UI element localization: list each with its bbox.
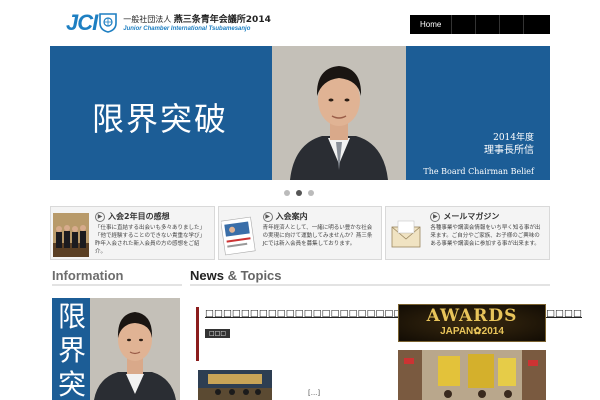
- nav-item-4[interactable]: [500, 15, 524, 34]
- org-english-name: Junior Chamber International Tsubamesanj…: [123, 26, 251, 32]
- feature-title-text: 入会案内: [275, 212, 308, 221]
- read-more-link[interactable]: [...]: [308, 389, 320, 397]
- slider-pagination: [284, 190, 314, 196]
- nav-item-2[interactable]: [452, 15, 476, 34]
- chairman-portrait-image: [272, 46, 406, 180]
- awards-banner-title: AWARDS: [426, 306, 518, 326]
- hero-headline: 限界突破: [92, 100, 229, 138]
- org-prefix: 一般社団法人: [123, 15, 172, 24]
- news-item-title[interactable]: □□□□□□□□□□□□□□□□□□□□□□□□□□□□□□□□□□□□□□□□…: [205, 307, 582, 320]
- envelope-icon: [391, 220, 421, 248]
- hero-english: The Board Chairman Belief: [423, 167, 534, 176]
- org-name: 一般社団法人 燕三条青年会議所2014: [123, 15, 271, 25]
- feature-title: ▶ メールマガジン: [430, 211, 499, 222]
- feature-body: 「仕事に直結する出会いも多々ありました」「他で経験することのできない貴重な学び」…: [95, 225, 206, 255]
- hero-slider[interactable]: 限界突破 2014年度 理事長所信 The Board Chairman Bel…: [50, 46, 550, 180]
- logo-text: 一般社団法人 燕三条青年会議所2014 Junior Chamber Inter…: [123, 15, 271, 33]
- news-item-tag[interactable]: □□□: [205, 329, 231, 338]
- slider-dot-2[interactable]: [296, 190, 302, 196]
- festival-photo: [398, 350, 546, 400]
- members-group-photo: [53, 213, 89, 257]
- news-heading-rest: & Topics: [223, 268, 282, 283]
- event-hall-image: [198, 370, 272, 400]
- feature-title-text: メールマガジン: [443, 212, 500, 221]
- feature-boxes: ▶ 入会2年目の感想 「仕事に直結する出会いも多々ありました」「他で経験することの…: [50, 206, 551, 260]
- chairman-portrait-image: [90, 298, 180, 400]
- main-nav: Home: [410, 15, 550, 34]
- arrow-right-icon: ▶: [95, 211, 105, 222]
- awards-japan-banner[interactable]: AWARDS JAPAN✿2014: [398, 304, 546, 342]
- news-thumbnail[interactable]: [198, 370, 272, 400]
- site-logo[interactable]: JCI 一般社団法人 燕三条青年会議所2014 Junior Chamber I…: [66, 12, 271, 34]
- information-banner-text: 限界突: [58, 300, 87, 400]
- information-heading: Information: [52, 268, 182, 286]
- feature-title-text: 入会2年目の感想: [108, 212, 170, 221]
- news-heading-main: News: [190, 268, 224, 283]
- hero-year: 2014年度: [493, 133, 534, 143]
- org-title: 燕三条青年会議所2014: [173, 15, 271, 25]
- feature-membership[interactable]: ▶ 入会案内 青年経済人として、一緒に明るい豊かな社会の実現に向けて運動してみませ…: [217, 206, 383, 260]
- slider-dot-3[interactable]: [308, 190, 314, 196]
- news-topics-heading: News & Topics: [190, 268, 550, 286]
- information-banner[interactable]: 限界突: [52, 298, 180, 400]
- site-header: JCI 一般社団法人 燕三条青年会議所2014 Junior Chamber I…: [0, 0, 600, 44]
- awards-banner-subtitle: JAPAN✿2014: [440, 326, 504, 337]
- hero-caption: 2014年度 理事長所信 The Board Chairman Belief: [423, 132, 534, 177]
- nav-item-5[interactable]: [524, 15, 548, 34]
- nav-home[interactable]: Home: [410, 15, 452, 34]
- arrow-right-icon: ▶: [430, 211, 441, 222]
- nav-item-3[interactable]: [476, 15, 500, 34]
- slider-dot-1[interactable]: [284, 190, 290, 196]
- feature-title: ▶ 入会案内: [262, 211, 308, 222]
- brochure-image: [220, 213, 257, 257]
- feature-title: ▶ 入会2年目の感想: [95, 211, 170, 222]
- logo-mark: JCI: [66, 10, 98, 35]
- hero-title: 理事長所信: [484, 145, 534, 156]
- jci-emblem-icon: [99, 13, 118, 33]
- feature-body: 各種事業や講演会情報をいち早く知る事が出来ます。ご自分やご家族、お子様のご興味の…: [430, 225, 541, 247]
- feature-newsletter[interactable]: ▶ メールマガジン 各種事業や講演会情報をいち早く知る事が出来ます。ご自分やご家族…: [385, 206, 551, 260]
- chairman-photo: [272, 46, 406, 180]
- feature-body: 青年経済人として、一緒に明るい豊かな社会の実現に向けて運動してみませんか？燕三条…: [262, 225, 373, 247]
- festival-banner[interactable]: [398, 350, 546, 400]
- news-item[interactable]: □□□□□□□□□□□□□□□□□□□□□□□□□□□□□□□□□□□□□□□□…: [196, 307, 582, 361]
- feature-testimonials[interactable]: ▶ 入会2年目の感想 「仕事に直結する出会いも多々ありました」「他で経験することの…: [50, 206, 215, 260]
- arrow-right-icon: ▶: [262, 211, 273, 222]
